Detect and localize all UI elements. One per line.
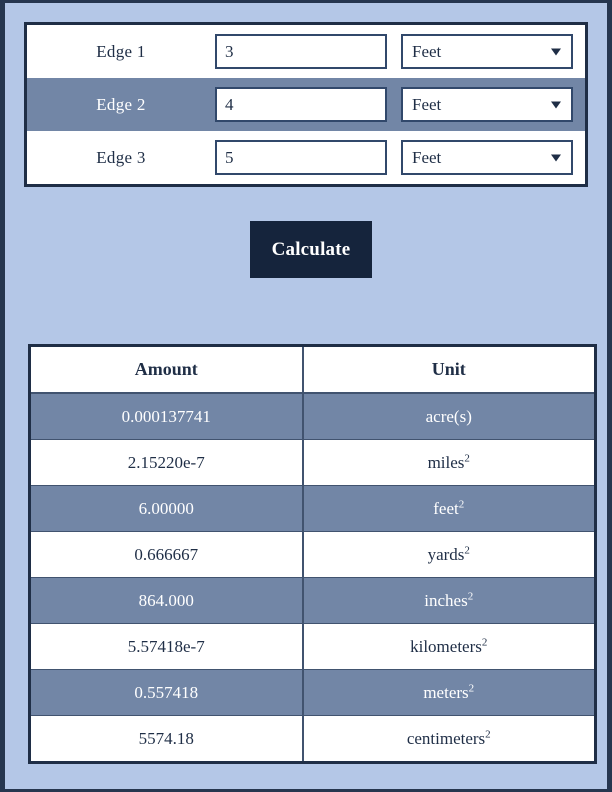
cell-amount: 2.15220e-7 bbox=[29, 439, 304, 486]
chevron-down-icon bbox=[551, 154, 561, 161]
cell-amount: 6.00000 bbox=[29, 485, 304, 532]
chevron-down-icon bbox=[551, 101, 561, 108]
cell-unit: acre(s) bbox=[302, 392, 596, 440]
table-row: 0.000137741 acre(s) bbox=[29, 392, 596, 440]
cell-amount: 5574.18 bbox=[29, 715, 304, 763]
unit-name: yards bbox=[427, 544, 465, 564]
edge-row-1: Edge 1 Feet bbox=[27, 25, 585, 78]
edge-row-3: Edge 3 Feet bbox=[27, 131, 585, 184]
calculate-button[interactable]: Calculate bbox=[250, 221, 372, 278]
table-row: 864.000 inches2 bbox=[29, 577, 596, 624]
cell-amount: 0.000137741 bbox=[29, 392, 304, 440]
unit-name: centimeters bbox=[406, 728, 486, 748]
edge-1-input[interactable] bbox=[215, 34, 387, 69]
unit-name: miles bbox=[427, 452, 465, 472]
cell-amount: 864.000 bbox=[29, 577, 304, 624]
edge-input-panel: Edge 1 Feet Edge 2 Feet Edge 3 Feet bbox=[24, 22, 588, 187]
unit-exponent: 2 bbox=[481, 635, 488, 648]
unit-name: inches bbox=[424, 590, 468, 610]
unit-exponent: 2 bbox=[464, 543, 470, 556]
edge-2-unit-select[interactable]: Feet bbox=[401, 87, 573, 122]
cell-unit: kilometers2 bbox=[302, 623, 596, 670]
cell-unit: centimeters2 bbox=[302, 715, 596, 763]
cell-unit: yards2 bbox=[302, 531, 596, 578]
table-row: 0.557418 meters2 bbox=[29, 669, 596, 716]
header-amount: Amount bbox=[29, 345, 304, 394]
cell-unit: inches2 bbox=[302, 577, 596, 624]
table-row: 6.00000 feet2 bbox=[29, 485, 596, 532]
table-header-row: Amount Unit bbox=[29, 345, 596, 394]
cell-amount: 0.557418 bbox=[29, 669, 304, 716]
edge-3-unit-label: Feet bbox=[412, 147, 442, 167]
unit-name: acre(s) bbox=[425, 406, 472, 426]
results-table: Amount Unit 0.000137741 acre(s) 2.15220e-7… bbox=[28, 344, 597, 764]
cell-unit: meters2 bbox=[302, 669, 596, 716]
unit-name: kilometers bbox=[410, 636, 482, 656]
cell-amount: 5.57418e-7 bbox=[29, 623, 304, 670]
unit-name: feet bbox=[433, 498, 459, 518]
unit-exponent: 2 bbox=[458, 497, 465, 510]
edge-row-2: Edge 2 Feet bbox=[27, 78, 585, 131]
unit-exponent: 2 bbox=[464, 451, 470, 464]
edge-3-unit-select[interactable]: Feet bbox=[401, 140, 573, 175]
edge-3-label: Edge 3 bbox=[96, 147, 146, 167]
edge-1-unit-select[interactable]: Feet bbox=[401, 34, 573, 69]
table-row: 2.15220e-7 miles2 bbox=[29, 439, 596, 486]
table-row: 5.57418e-7 kilometers2 bbox=[29, 623, 596, 670]
table-row: 5574.18 centimeters2 bbox=[29, 715, 596, 763]
unit-exponent: 2 bbox=[467, 589, 474, 602]
edge-2-unit-label: Feet bbox=[412, 94, 442, 114]
edge-3-input[interactable] bbox=[215, 140, 387, 175]
edge-1-label: Edge 1 bbox=[96, 41, 146, 61]
edge-2-input[interactable] bbox=[215, 87, 387, 122]
cell-unit: feet2 bbox=[302, 485, 596, 532]
header-unit: Unit bbox=[302, 345, 596, 394]
page-frame: Edge 1 Feet Edge 2 Feet Edge 3 Feet bbox=[0, 0, 612, 792]
unit-name: meters bbox=[423, 682, 469, 702]
cell-unit: miles2 bbox=[302, 439, 596, 486]
chevron-down-icon bbox=[551, 48, 561, 55]
calculate-button-container: Calculate bbox=[5, 221, 612, 278]
unit-exponent: 2 bbox=[468, 681, 475, 694]
edge-2-label: Edge 2 bbox=[96, 94, 146, 114]
cell-amount: 0.666667 bbox=[29, 531, 304, 578]
unit-exponent: 2 bbox=[485, 727, 491, 740]
edge-1-unit-label: Feet bbox=[412, 41, 442, 61]
table-row: 0.666667 yards2 bbox=[29, 531, 596, 578]
